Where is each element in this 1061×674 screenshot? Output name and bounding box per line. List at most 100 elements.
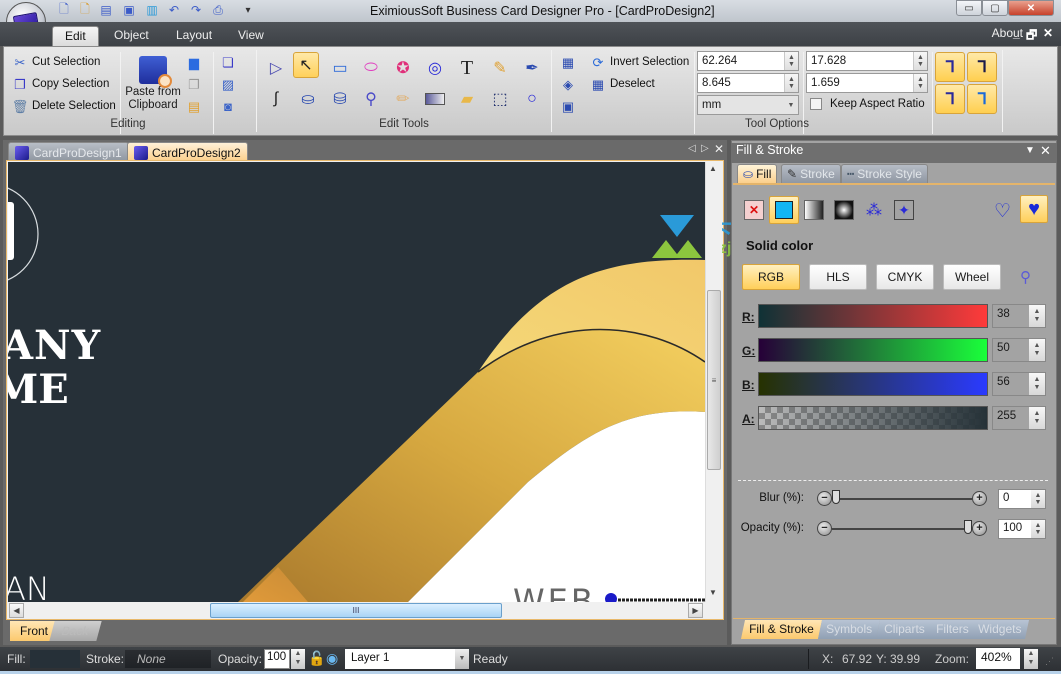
calligraphy-icon[interactable]: ✒	[519, 55, 545, 81]
alpha-slider[interactable]	[758, 406, 988, 430]
spin-arrows[interactable]: ▲ ▼	[784, 74, 798, 92]
ruler-icon[interactable]: ▰	[454, 86, 480, 112]
select-mode-dropdown-icon[interactable]: ▣	[560, 98, 576, 114]
spin-arrows[interactable]: ▲ ▼	[784, 52, 798, 70]
gradient-icon[interactable]	[422, 86, 448, 112]
blur-slider-thumb[interactable]	[832, 490, 840, 504]
scroll-up-icon[interactable]: ▲	[709, 164, 717, 173]
vertical-scrollbar[interactable]: ▲ ≡ ▼	[705, 162, 722, 602]
scroll-left-icon[interactable]: ◀	[9, 603, 24, 618]
corner-style-1-button[interactable]: ᒣ	[935, 52, 965, 82]
paint-bucket-icon[interactable]: ⛀	[295, 86, 321, 112]
text-icon[interactable]: T	[454, 55, 480, 81]
blur-slider-track[interactable]	[832, 498, 972, 500]
linear-gradient-icon[interactable]	[804, 200, 824, 220]
zoom-input[interactable]: 402%	[976, 648, 1020, 669]
customize-icon[interactable]: ▾	[240, 2, 256, 18]
paste-from-clipboard-button[interactable]: Paste from Clipboard	[124, 52, 182, 116]
opacity-slider-thumb[interactable]	[964, 520, 972, 534]
transform-icon[interactable]: ⬚	[487, 86, 513, 112]
stroke-color-swatch[interactable]: None	[125, 650, 211, 668]
new-template-icon[interactable]: 🗋	[77, 2, 93, 18]
undo-icon[interactable]: ↶	[166, 2, 182, 18]
close-button[interactable]: ✕	[1008, 0, 1054, 16]
ellipse-icon[interactable]: ⬭	[358, 55, 384, 81]
tab-fill-stroke[interactable]: Fill & Stroke	[740, 620, 822, 639]
pencil-icon[interactable]: ✏	[390, 86, 416, 112]
person-name-text[interactable]: AN	[8, 570, 50, 602]
eyedropper-icon[interactable]: ⚲	[1020, 268, 1031, 286]
status-opacity-input[interactable]: 100	[264, 649, 290, 669]
tab-object[interactable]: Object	[102, 26, 161, 46]
mode-hls-button[interactable]: HLS	[809, 264, 867, 290]
eye-icon[interactable]: ◉	[326, 650, 338, 667]
delete-selection-button[interactable]: 🗑 Delete Selection	[12, 98, 116, 114]
green-slider[interactable]	[758, 338, 988, 362]
mode-rgb-button[interactable]: RGB	[742, 264, 800, 290]
opacity-decrease-button[interactable]: −	[817, 521, 832, 536]
node-edit-icon[interactable]: ↖	[293, 52, 319, 78]
solid-fill-button[interactable]	[769, 196, 799, 224]
mode-wheel-button[interactable]: Wheel	[943, 264, 1001, 290]
spin-arrows[interactable]: ▲ ▼	[1031, 520, 1045, 538]
unit-select[interactable]: mm ▼	[697, 95, 799, 115]
horizontal-scroll-thumb[interactable]: III	[210, 603, 502, 618]
keep-aspect-ratio-checkbox[interactable]: Keep Aspect Ratio	[810, 98, 925, 110]
swatch-icon[interactable]: ✦	[894, 200, 914, 220]
tab-stroke[interactable]: ✎ Stroke	[781, 164, 841, 183]
tab-edit[interactable]: Edit	[52, 26, 99, 46]
vertical-scroll-thumb[interactable]: ≡	[707, 290, 721, 470]
paste-special-icon[interactable]: ▆	[186, 54, 202, 70]
blur-value-input[interactable]: 0 ▲ ▼	[998, 489, 1046, 509]
copy-selection-button[interactable]: ❐ Copy Selection	[12, 76, 109, 92]
deselect-button[interactable]: ▦ Deselect	[590, 76, 655, 92]
green-value-input[interactable]: 50 ▲ ▼	[992, 338, 1046, 362]
select-add-icon[interactable]: ▷	[263, 55, 289, 81]
mdi-restore-button[interactable]: 🗗	[1026, 26, 1037, 47]
rectangle-icon[interactable]: ▭	[327, 55, 353, 81]
spin-arrows[interactable]: ▲ ▼	[1029, 339, 1045, 361]
fill-color-swatch[interactable]	[30, 650, 80, 668]
clone-icon[interactable]: ▨	[220, 76, 236, 92]
tab-filters[interactable]: Filters	[927, 620, 977, 639]
corner-style-4-button[interactable]: ᒣ	[967, 84, 997, 114]
save-as-icon[interactable]: ▥	[144, 2, 160, 18]
website-text[interactable]: WEB	[513, 582, 596, 602]
scroll-right-icon[interactable]: ▶	[688, 603, 703, 618]
spray-icon[interactable]: ⛁	[327, 86, 353, 112]
tab-symbols[interactable]: Symbols	[817, 620, 881, 639]
freehand-icon[interactable]: ✎	[487, 55, 513, 81]
red-slider[interactable]	[758, 304, 988, 328]
page-tab-back[interactable]: Back	[49, 621, 102, 641]
tab-fill[interactable]: ⛀ Fill	[737, 164, 778, 183]
spin-arrows[interactable]: ▲ ▼	[1029, 305, 1045, 327]
y-position-input[interactable]: 8.645 ▲ ▼	[697, 73, 799, 93]
zoom-icon[interactable]: ○	[519, 86, 545, 112]
checkbox-box[interactable]	[810, 98, 822, 110]
mdi-minimize-button[interactable]: _	[1013, 26, 1020, 40]
tab-cliparts[interactable]: Cliparts	[875, 620, 933, 639]
duplicate-icon[interactable]: ❏	[220, 54, 236, 70]
layer-select[interactable]: Layer 1 ▼	[345, 649, 469, 669]
height-input[interactable]: 1.659 ▲ ▼	[806, 73, 928, 93]
tab-view[interactable]: View	[226, 26, 276, 46]
design-canvas[interactable]: ANY ME AN WEB	[8, 162, 705, 602]
blur-decrease-button[interactable]: −	[817, 491, 832, 506]
tab-widgets[interactable]: Widgets	[969, 620, 1030, 639]
x-position-input[interactable]: 62.264 ▲ ▼	[697, 51, 799, 71]
snapshot-icon[interactable]: ◙	[220, 98, 236, 114]
spiral-icon[interactable]: ◎	[422, 55, 448, 81]
opacity-value-input[interactable]: 100 ▲ ▼	[998, 519, 1046, 539]
spin-arrows[interactable]: ▲ ▼	[913, 74, 927, 92]
spin-arrows[interactable]: ▲ ▼	[913, 52, 927, 70]
polygon-star-icon[interactable]: ✪	[390, 55, 416, 81]
corner-style-3-button[interactable]: ᒣ	[935, 84, 965, 114]
redo-icon[interactable]: ↷	[188, 2, 204, 18]
alpha-value-input[interactable]: 255 ▲ ▼	[992, 406, 1046, 430]
save-icon[interactable]: ▣	[121, 2, 137, 18]
opacity-spin-arrows[interactable]: ▲ ▼	[291, 649, 305, 669]
red-value-input[interactable]: 38 ▲ ▼	[992, 304, 1046, 328]
print-icon[interactable]: ⎙	[210, 2, 226, 18]
spin-arrows[interactable]: ▲ ▼	[1029, 373, 1045, 395]
clipboard-dropdown-icon[interactable]: ▤	[186, 98, 202, 114]
